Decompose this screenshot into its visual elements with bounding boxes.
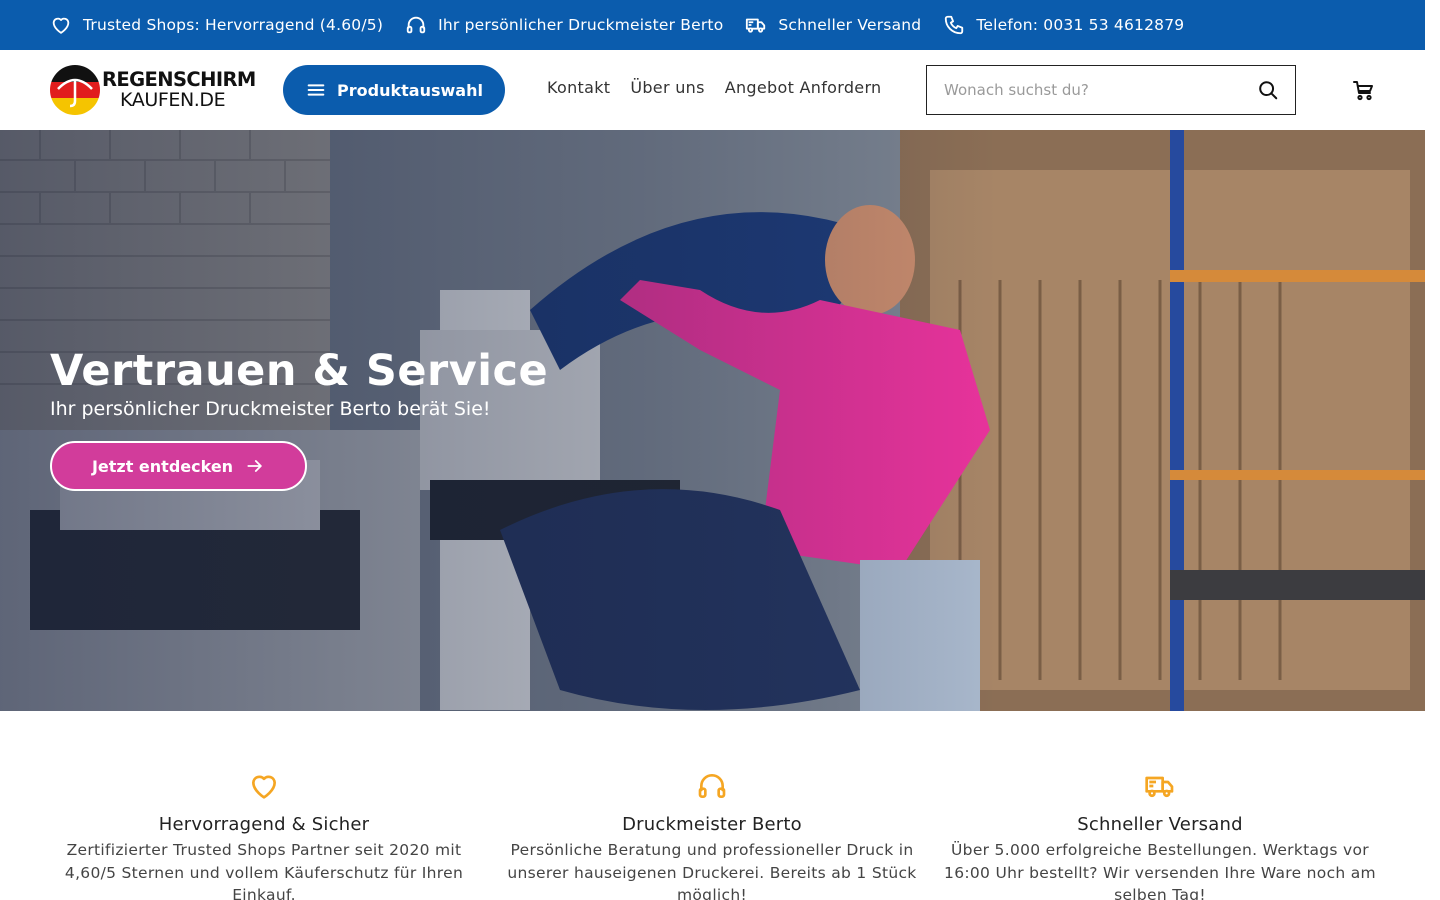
feature-description: Zertifizierter Trusted Shops Partner sei… <box>64 841 464 900</box>
phone-label: Telefon: 0031 53 4612879 <box>976 16 1185 34</box>
hero-banner: Vertrauen & Service Ihr persönlicher Dru… <box>0 130 1425 711</box>
shipping-label: Schneller Versand <box>778 16 922 34</box>
phone-icon <box>945 15 964 35</box>
headset-icon <box>698 774 726 798</box>
search-icon[interactable] <box>1257 79 1279 101</box>
feature-shipping: Schneller Versand Über 5.000 erfolgreich… <box>936 770 1384 900</box>
hero-title: Vertrauen & Service <box>50 346 549 396</box>
site-header: REGENSCHIRM KAUFEN.DE Produktauswahl Kon… <box>0 50 1425 130</box>
feature-title: Schneller Versand <box>1077 814 1243 835</box>
feature-trusted: Hervorragend & Sicher Zertifizierter Tru… <box>40 770 488 900</box>
hamburger-icon <box>307 84 325 96</box>
logo-line2: KAUFEN.DE <box>120 89 226 112</box>
hero-overlay <box>0 130 1425 711</box>
hero-subtitle: Ihr persönlicher Druckmeister Berto berä… <box>50 398 491 420</box>
phone-info[interactable]: Telefon: 0031 53 4612879 <box>943 14 1184 36</box>
hero-cta-label: Jetzt entdecken <box>91 456 234 476</box>
feature-description: Persönliche Beratung und professioneller… <box>507 841 917 900</box>
nav-link-kontakt[interactable]: Kontakt <box>547 78 610 97</box>
headset-icon <box>406 16 426 34</box>
heart-icon <box>52 17 70 34</box>
search-box <box>926 65 1296 115</box>
trusted-shops-info[interactable]: Trusted Shops: Hervorragend (4.60/5) <box>50 14 383 36</box>
logo-line1: REGENSCHIRM <box>102 67 256 91</box>
hero-cta-button[interactable]: Jetzt entdecken <box>50 441 307 491</box>
logo-umbrella-icon <box>50 65 100 115</box>
heart-icon <box>252 775 276 799</box>
search-input[interactable] <box>927 66 1242 114</box>
feature-title: Druckmeister Berto <box>622 814 802 835</box>
feature-row: Hervorragend & Sicher Zertifizierter Tru… <box>40 770 1385 900</box>
product-menu-button[interactable]: Produktauswahl <box>283 65 505 115</box>
cart-icon[interactable] <box>1351 78 1375 102</box>
druckmeister-label: Ihr persönlicher Druckmeister Berto <box>438 16 724 34</box>
truck-icon <box>746 18 766 33</box>
top-info-bar: Trusted Shops: Hervorragend (4.60/5) Ihr… <box>0 0 1425 50</box>
feature-description: Über 5.000 erfolgreiche Bestellungen. We… <box>944 841 1376 900</box>
truck-icon <box>1145 776 1174 798</box>
shipping-info[interactable]: Schneller Versand <box>745 14 921 36</box>
druckmeister-info[interactable]: Ihr persönlicher Druckmeister Berto <box>405 14 723 36</box>
nav-link-angebot[interactable]: Angebot Anfordern <box>725 78 882 97</box>
nav-link-ueber-uns[interactable]: Über uns <box>630 78 704 97</box>
main-nav: Kontakt Über uns Angebot Anfordern <box>547 78 901 97</box>
feature-druckmeister: Druckmeister Berto Persönliche Beratung … <box>488 770 936 900</box>
site-logo[interactable]: REGENSCHIRM KAUFEN.DE <box>50 64 256 116</box>
feature-title: Hervorragend & Sicher <box>158 814 370 835</box>
trusted-shops-label: Trusted Shops: Hervorragend (4.60/5) <box>83 16 384 34</box>
arrow-right-icon <box>247 460 262 472</box>
product-menu-label: Produktauswahl <box>337 80 483 100</box>
